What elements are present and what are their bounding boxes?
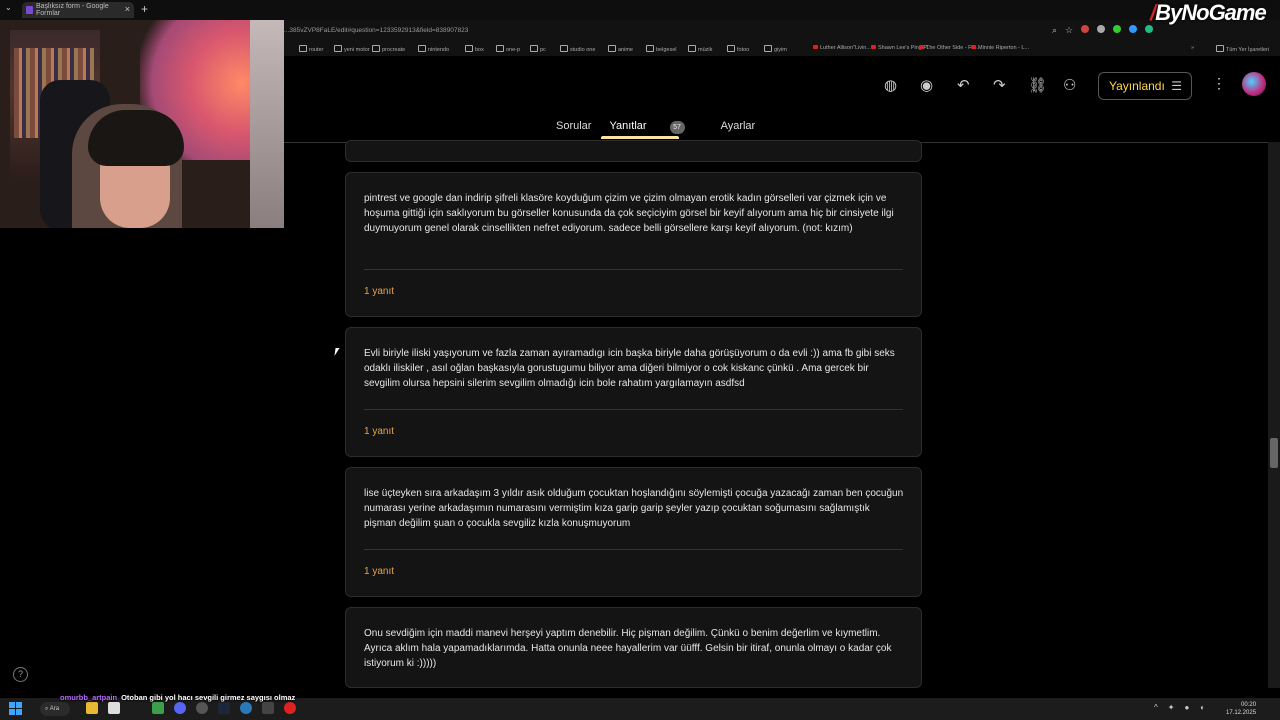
response-card: Evli biriyle iliski yaşıyorum ve fazla z… <box>345 327 922 457</box>
card-divider <box>364 549 903 550</box>
palette-icon[interactable]: ◍ <box>884 76 897 94</box>
bookmark-item[interactable]: belgesel <box>646 45 677 53</box>
response-text: Onu sevdiğim için maddi manevi herşeyi y… <box>364 628 892 669</box>
bookmark-item[interactable]: pc <box>530 45 546 53</box>
webcam-wall <box>250 20 284 228</box>
card-divider <box>364 269 903 270</box>
bookmark-item[interactable]: Minnie Riperton - L... <box>971 45 1029 51</box>
bookmark-item[interactable]: fotoo <box>727 45 749 53</box>
response-card-partial <box>345 140 922 162</box>
bookmark-item[interactable]: studio one <box>560 45 595 53</box>
chat-text: Otoban gibi yol hacı sevgili girmez sayg… <box>121 693 296 702</box>
file-explorer-icon[interactable] <box>86 702 98 714</box>
bookmarks-overflow-icon[interactable]: » <box>1191 45 1194 51</box>
bynogame-logo: /ByNoGame <box>1150 0 1267 25</box>
response-text: pintrest ve google dan indirip şifreli k… <box>364 193 894 234</box>
bookmark-item[interactable]: müzik <box>688 45 712 53</box>
tab-close-icon[interactable]: × <box>125 4 130 14</box>
zoom-icon[interactable]: ⌕ <box>1052 25 1057 36</box>
reply-count-link[interactable]: 1 yanıt <box>364 286 394 297</box>
bookmark-item[interactable]: procreate <box>372 45 405 53</box>
bookmark-item[interactable]: yeni motor <box>334 45 370 53</box>
browser-tab-strip: ⌄ Başlıksız form - Google Formlar × + <box>0 0 1280 20</box>
system-tray: ^ ✦ ● ◖ <box>1154 703 1204 712</box>
bookmark-item[interactable]: Luther Allison"Livin... <box>813 45 871 51</box>
tray-chevron-icon[interactable]: ^ <box>1154 703 1158 712</box>
app-icon[interactable] <box>284 702 296 714</box>
bookmark-item[interactable]: giyim <box>764 45 787 53</box>
bookmark-item[interactable]: anime <box>608 45 633 53</box>
response-card: lise üçteyken sıra arkadaşım 3 yıldır as… <box>345 467 922 597</box>
taskbar-search[interactable]: ⌕ Ara <box>40 702 70 716</box>
published-button[interactable]: Yayınlandı ☰ <box>1098 72 1192 100</box>
published-label: Yayınlandı <box>1109 79 1165 93</box>
responses-count-badge: 57 <box>669 121 685 134</box>
extension-icon[interactable] <box>1145 25 1154 33</box>
webcam-hair <box>88 110 184 166</box>
tab-questions[interactable]: Sorular <box>556 120 591 134</box>
tab-settings[interactable]: Ayarlar <box>721 120 756 134</box>
volume-icon[interactable]: ◖ <box>1199 703 1204 712</box>
scrollbar-thumb[interactable] <box>1270 438 1278 468</box>
new-tab-button[interactable]: + <box>141 2 148 16</box>
extension-icon[interactable] <box>1097 25 1106 33</box>
response-text: Evli biriyle iliski yaşıyorum ve fazla z… <box>364 348 895 389</box>
redo-icon[interactable]: ↷ <box>993 76 1006 94</box>
form-tabs: Sorular Yanıtlar 57 Ayarlar <box>556 120 773 134</box>
windows-start-icon[interactable] <box>9 702 22 715</box>
browser-tab-active[interactable]: Başlıksız form - Google Formlar × <box>22 2 134 18</box>
card-divider <box>364 409 903 410</box>
bookmark-star-icon[interactable]: ☆ <box>1065 25 1073 36</box>
mic-icon[interactable]: ● <box>1184 703 1189 712</box>
clock-date: 17.12.2025 <box>1226 710 1257 716</box>
tab-title: Başlıksız form - Google Formlar <box>36 3 109 17</box>
app-icon[interactable] <box>196 702 208 714</box>
forms-favicon-icon <box>26 6 33 14</box>
taskbar-clock[interactable]: 00:20 17.12.2025 <box>1226 701 1256 717</box>
reply-count-link[interactable]: 1 yanıt <box>364 426 394 437</box>
undo-icon[interactable]: ↶ <box>957 76 970 94</box>
bookmark-item[interactable]: nintendo <box>418 45 449 53</box>
tab-responses[interactable]: Yanıtlar 57 <box>609 120 702 134</box>
app-icon[interactable] <box>108 702 120 714</box>
bookmark-item[interactable]: box <box>465 45 484 53</box>
page-scrollbar[interactable] <box>1268 142 1280 688</box>
extension-icon[interactable] <box>1113 25 1122 33</box>
tab-search-icon[interactable]: ⌄ <box>5 3 12 12</box>
bookmark-item[interactable]: router <box>299 45 323 53</box>
discord-icon[interactable] <box>174 702 186 714</box>
chat-username: omurbb_artpain <box>60 693 118 702</box>
address-bar-icons: ⌕ ☆ <box>1052 25 1154 36</box>
clock-time: 00:20 <box>1241 702 1257 708</box>
left-background <box>0 228 345 698</box>
response-card: Onu sevdiğim için maddi manevi herşeyi y… <box>345 607 922 688</box>
stream-chat-message: omurbb_artpain Otoban gibi yol hacı sevgi… <box>60 693 300 703</box>
response-text: lise üçteyken sıra arkadaşım 3 yıldır as… <box>364 488 904 529</box>
help-icon[interactable]: ? <box>13 667 28 682</box>
extension-icon[interactable] <box>1129 25 1138 33</box>
steam-icon[interactable] <box>218 702 230 714</box>
tab-responses-label: Yanıtlar <box>609 120 647 132</box>
app-icon[interactable] <box>152 702 164 714</box>
more-options-icon[interactable]: ⋮ <box>1212 75 1226 92</box>
bookmark-item[interactable]: one-p <box>496 45 520 53</box>
bynogame-logo-text: ByNoGame <box>1155 0 1267 25</box>
avatar[interactable] <box>1242 72 1266 96</box>
tray-icon[interactable]: ✦ <box>1168 703 1175 712</box>
extension-icon[interactable] <box>1081 25 1090 33</box>
response-card: pintrest ve google dan indirip şifreli k… <box>345 172 922 317</box>
all-bookmarks-folder[interactable]: Tüm Yer İşaretleri <box>1216 45 1269 53</box>
link-icon[interactable]: ⛓ <box>1028 76 1047 94</box>
app-icon[interactable] <box>262 702 274 714</box>
taskbar-search-label: Ara <box>49 706 60 712</box>
add-collaborator-icon[interactable]: ⚇ <box>1063 76 1076 94</box>
url-field[interactable]: ...385vZVP8FaLE/edit#question=1233592913… <box>284 27 468 34</box>
tune-icon: ☰ <box>1171 79 1182 93</box>
preview-eye-icon[interactable]: ◉ <box>920 76 933 94</box>
app-icon[interactable] <box>240 702 252 714</box>
reply-count-link[interactable]: 1 yanıt <box>364 566 394 577</box>
webcam-overlay <box>0 20 284 228</box>
active-tab-indicator <box>601 136 679 139</box>
